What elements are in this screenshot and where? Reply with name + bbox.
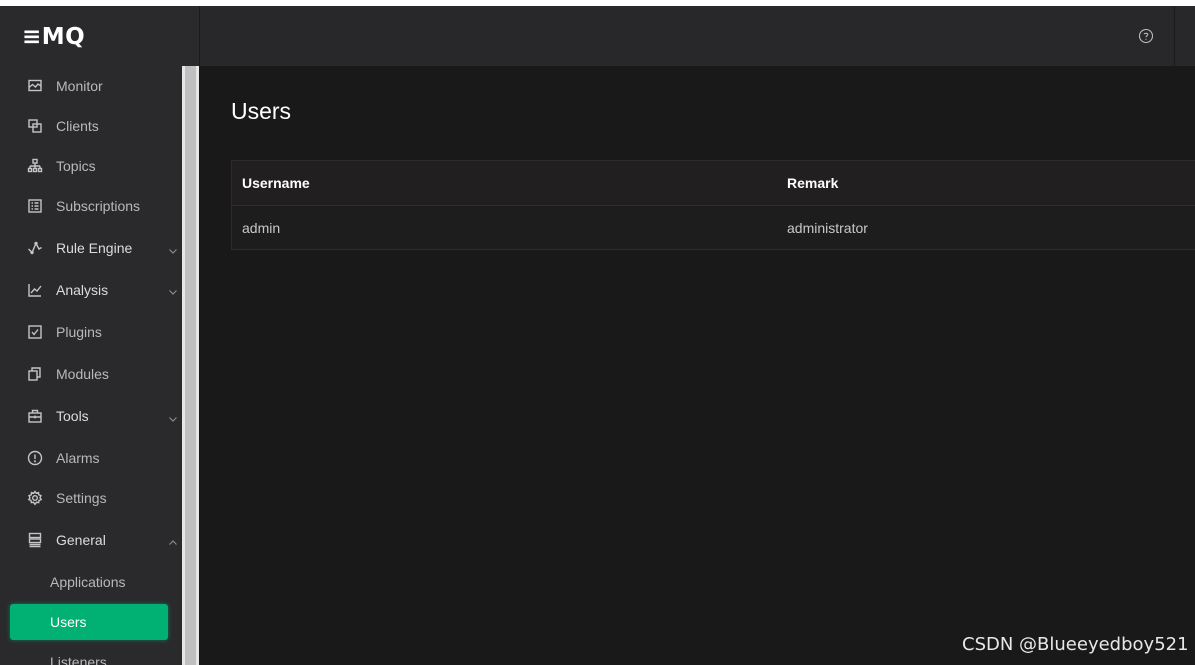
help-circle-icon[interactable] [1138, 28, 1154, 44]
logo-text: ≡MQ [22, 24, 86, 50]
sidebar-item-settings[interactable]: Settings [0, 478, 182, 518]
topics-icon [26, 157, 44, 175]
sidebar-item-modules[interactable]: Modules [0, 354, 182, 394]
sidebar-subitem-applications[interactable]: Applications [0, 562, 182, 602]
main-content: Users Username Remark admin administrato… [199, 66, 1195, 665]
header-divider [1174, 6, 1175, 66]
column-header-username: Username [242, 175, 310, 191]
sidebar-item-label: Analysis [56, 282, 109, 298]
chevron-up-icon [168, 535, 178, 545]
sidebar-item-alarms[interactable]: Alarms [0, 438, 182, 478]
sidebar-item-label: Alarms [56, 450, 100, 466]
clients-icon [26, 117, 44, 135]
users-table: Username Remark admin administrator [231, 160, 1195, 250]
sidebar-item-general[interactable]: General [0, 518, 182, 562]
column-header-remark: Remark [787, 175, 839, 191]
alarms-icon [26, 449, 44, 467]
sidebar-item-label: Rule Engine [56, 240, 133, 256]
monitor-icon [26, 77, 44, 95]
sidebar-item-label: Monitor [56, 78, 103, 94]
sidebar-subitem-users[interactable]: Users [10, 604, 168, 640]
top-header [199, 6, 1195, 66]
cell-remark: administrator [787, 219, 868, 236]
sidebar-item-label: Tools [56, 408, 89, 424]
sidebar-item-subscriptions[interactable]: Subscriptions [0, 186, 182, 226]
cell-username: admin [242, 219, 281, 236]
general-icon [26, 531, 44, 549]
logo[interactable]: ≡MQ [0, 6, 182, 68]
rule-engine-icon [26, 239, 44, 257]
watermark: CSDN @Blueeyedboy521 [962, 634, 1189, 655]
sidebar-subitem-label: Applications [50, 574, 126, 590]
sidebar-item-label: Subscriptions [56, 198, 141, 214]
settings-icon [26, 489, 44, 507]
chevron-down-icon [168, 243, 178, 254]
sidebar-scrollbar[interactable] [182, 66, 199, 665]
sidebar-item-clients[interactable]: Clients [0, 106, 182, 146]
table-header: Username Remark [232, 161, 1195, 206]
subscriptions-icon [26, 197, 44, 215]
sidebar-item-label: Plugins [56, 324, 102, 340]
table-row[interactable]: admin administrator [232, 206, 1195, 249]
sidebar-item-label: Modules [56, 366, 109, 382]
modules-icon [26, 365, 44, 383]
sidebar-item-label: General [56, 532, 106, 548]
sidebar-nav: Monitor Clients Topics Subscriptions Rul… [0, 66, 182, 665]
tools-icon [26, 407, 44, 425]
scrollbar-thumb[interactable] [185, 66, 196, 665]
sidebar-subitem-label: Listeners [50, 654, 107, 665]
sidebar-item-monitor[interactable]: Monitor [0, 66, 182, 106]
sidebar-item-label: Topics [56, 158, 96, 174]
plugins-icon [26, 323, 44, 341]
sidebar-scroll-gap [182, 6, 199, 66]
sidebar-item-plugins[interactable]: Plugins [0, 310, 182, 354]
chevron-down-icon [168, 411, 178, 422]
sidebar-item-label: Clients [56, 118, 99, 134]
page-title: Users [231, 98, 292, 124]
sidebar: ≡MQ Monitor Clients Topics Subscriptions… [0, 6, 182, 665]
sidebar-subitem-label: Users [50, 614, 87, 630]
sidebar-item-rule-engine[interactable]: Rule Engine [0, 226, 182, 270]
sidebar-item-label: Settings [56, 490, 107, 506]
chevron-down-icon [168, 284, 178, 295]
sidebar-subitem-listeners[interactable]: Listeners [0, 642, 182, 665]
sidebar-item-analysis[interactable]: Analysis [0, 270, 182, 310]
sidebar-item-tools[interactable]: Tools [0, 394, 182, 438]
sidebar-item-topics[interactable]: Topics [0, 146, 182, 186]
analysis-icon [26, 281, 44, 299]
